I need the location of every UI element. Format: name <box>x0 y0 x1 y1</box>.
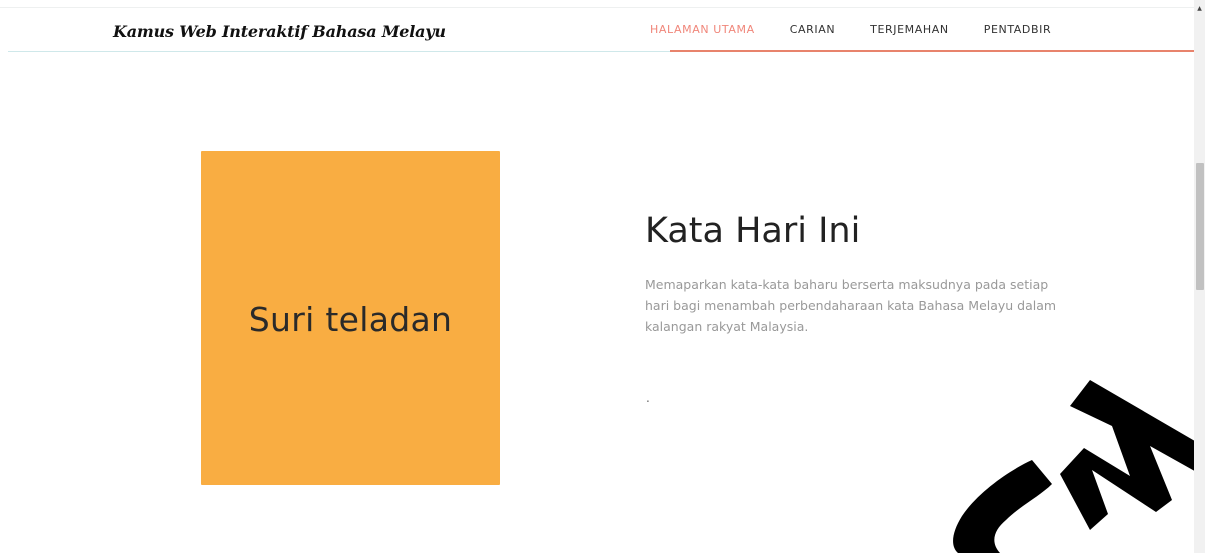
navbar: Kamus Web Interaktif Bahasa Melayu HALAM… <box>8 8 1196 52</box>
nav-item-terjemahan[interactable]: TERJEMAHAN <box>870 23 949 36</box>
watermark-glyphs <box>953 380 1200 553</box>
nav-underline <box>670 50 1196 52</box>
word-meaning: . <box>646 391 650 405</box>
scroll-up-arrow-icon[interactable]: ▲ <box>1194 0 1205 16</box>
nav-item-halaman-utama[interactable]: HALAMAN UTAMA <box>650 23 755 36</box>
vertical-scrollbar[interactable]: ▲ <box>1194 0 1205 553</box>
watermark-s-stroke <box>953 460 1052 553</box>
word-of-day-card: Suri teladan <box>201 151 500 485</box>
site-brand[interactable]: Kamus Web Interaktif Bahasa Melayu <box>113 22 446 41</box>
main-nav: HALAMAN UTAMA CARIAN TERJEMAHAN PENTADBI… <box>650 23 1086 36</box>
watermark-m-shape <box>1060 380 1200 530</box>
section-heading: Kata Hari Ini <box>645 211 861 251</box>
section-description: Memaparkan kata-kata baharu berserta mak… <box>645 277 1057 334</box>
nav-item-carian[interactable]: CARIAN <box>790 23 835 36</box>
nav-item-pentadbir[interactable]: PENTADBIR <box>984 23 1052 36</box>
scrollbar-thumb[interactable] <box>1196 163 1204 290</box>
top-strip <box>0 0 1194 8</box>
word-of-day-text: Suri teladan <box>248 299 453 339</box>
